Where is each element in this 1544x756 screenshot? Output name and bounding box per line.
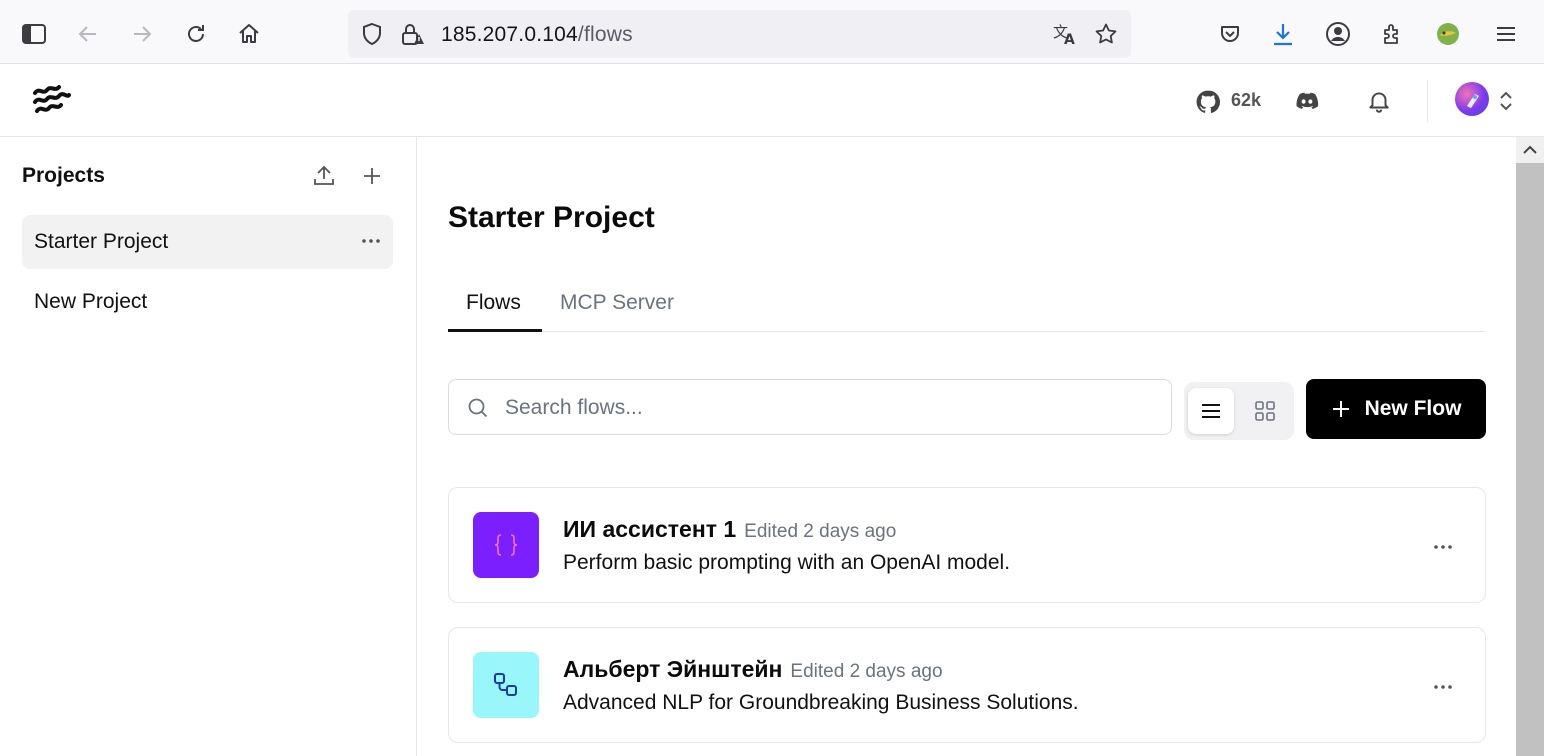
- header-divider: [1427, 80, 1428, 122]
- url-host: 185.207.0.104: [441, 23, 578, 46]
- page-title: Starter Project: [448, 201, 655, 234]
- url-path: /flows: [577, 23, 633, 46]
- grid-icon: [1255, 401, 1275, 421]
- tab-flows[interactable]: Flows: [466, 291, 521, 315]
- projects-sidebar: Projects Starter Project New Project: [0, 137, 417, 756]
- lock-warning-icon[interactable]: [400, 22, 426, 48]
- chevron-updown-icon[interactable]: [1497, 90, 1515, 112]
- braces-icon: [494, 534, 518, 556]
- list-view-button[interactable]: [1188, 388, 1234, 434]
- langflow-logo[interactable]: [32, 83, 72, 119]
- svg-text:A: A: [1064, 32, 1075, 46]
- browser-toolbar: 185.207.0.104/flows 文A: [0, 0, 1544, 64]
- scroll-up-icon[interactable]: [1516, 137, 1544, 163]
- main-content: Starter Project Flows MCP Server New Flo…: [418, 137, 1516, 756]
- sidebar-icon[interactable]: [17, 17, 51, 51]
- project-label: New Project: [34, 290, 148, 313]
- reload-icon[interactable]: [179, 17, 213, 51]
- view-toggle: [1184, 382, 1294, 440]
- translate-icon[interactable]: 文A: [1052, 22, 1078, 46]
- project-label: Starter Project: [34, 230, 169, 253]
- download-icon[interactable]: [1266, 17, 1300, 51]
- url-text[interactable]: 185.207.0.104/flows: [441, 23, 633, 47]
- sidebar-item-starter-project[interactable]: Starter Project: [22, 215, 393, 269]
- shield-icon[interactable]: [360, 22, 384, 46]
- discord-icon[interactable]: [1294, 89, 1320, 113]
- flow-edited-time: Edited 2 days ago: [790, 661, 943, 682]
- page-scrollbar[interactable]: [1516, 137, 1544, 756]
- sidebar-item-new-project[interactable]: New Project: [22, 275, 393, 329]
- flow-card[interactable]: ИИ ассистент 1 Edited 2 days ago Perform …: [448, 487, 1486, 603]
- flow-more-icon[interactable]: [1433, 675, 1453, 699]
- avatar[interactable]: [1455, 82, 1489, 116]
- bell-icon[interactable]: [1366, 88, 1392, 114]
- search-icon: [467, 397, 489, 419]
- sidebar-title: Projects: [22, 164, 105, 187]
- plus-icon: [1331, 399, 1351, 419]
- extension-badge-icon[interactable]: [1431, 17, 1465, 51]
- flow-icon: [473, 652, 539, 718]
- flow-title: Альберт Эйнштейн: [563, 656, 783, 682]
- app-header: 62k: [0, 65, 1544, 137]
- flow-description: Advanced NLP for Groundbreaking Business…: [563, 691, 1079, 714]
- project-more-icon[interactable]: [361, 229, 381, 253]
- search-box: [448, 379, 1172, 435]
- workflow-icon: [494, 673, 517, 696]
- github-icon[interactable]: [1195, 89, 1221, 115]
- github-stars-count[interactable]: 62k: [1231, 90, 1261, 111]
- add-project-icon[interactable]: [357, 161, 387, 191]
- home-icon[interactable]: [232, 17, 266, 51]
- menu-icon[interactable]: [1489, 17, 1523, 51]
- forward-icon[interactable]: [125, 17, 159, 51]
- flow-edited-time: Edited 2 days ago: [744, 521, 897, 542]
- star-icon[interactable]: [1094, 22, 1118, 46]
- flow-name: Альберт Эйнштейн Edited 2 days ago: [563, 656, 943, 683]
- new-flow-label: New Flow: [1364, 397, 1462, 420]
- tab-bar: Flows MCP Server: [448, 287, 1486, 332]
- flow-name: ИИ ассистент 1 Edited 2 days ago: [563, 516, 896, 543]
- list-icon: [1202, 404, 1220, 418]
- upload-icon[interactable]: [309, 161, 339, 191]
- new-flow-button[interactable]: New Flow: [1306, 379, 1486, 439]
- back-icon[interactable]: [71, 17, 105, 51]
- flow-icon: [473, 512, 539, 578]
- flow-more-icon[interactable]: [1433, 535, 1453, 559]
- extensions-icon[interactable]: [1375, 17, 1409, 51]
- account-icon[interactable]: [1321, 17, 1355, 51]
- flow-title: ИИ ассистент 1: [563, 516, 737, 542]
- flow-description: Perform basic prompting with an OpenAI m…: [563, 551, 1011, 574]
- grid-view-button[interactable]: [1242, 388, 1288, 434]
- tab-mcp-server[interactable]: MCP Server: [560, 291, 674, 315]
- active-tab-indicator: [448, 329, 542, 332]
- scrollbar-thumb[interactable]: [1516, 163, 1544, 756]
- flow-card[interactable]: Альберт Эйнштейн Edited 2 days ago Advanc…: [448, 627, 1486, 743]
- search-input[interactable]: [503, 392, 1147, 424]
- pocket-icon[interactable]: [1213, 17, 1247, 51]
- url-bar[interactable]: 185.207.0.104/flows 文A: [348, 10, 1131, 58]
